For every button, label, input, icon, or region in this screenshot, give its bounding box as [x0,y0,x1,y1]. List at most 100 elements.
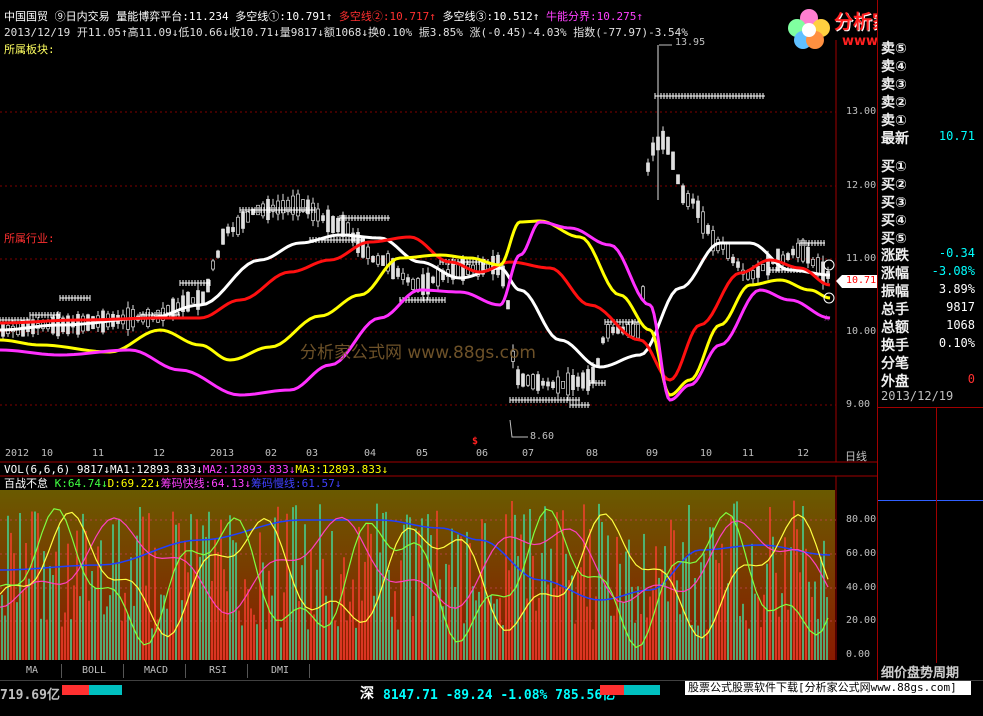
quote-label: 卖① [881,113,907,129]
signal-marker: $ [472,436,478,447]
x-tick: 12 [797,448,810,459]
x-tick: 12 [153,448,166,459]
promo-link[interactable]: 股票公式股票软件下载[分析家公式网www.88gs.com] [685,681,971,695]
tab-rsi[interactable]: RSI [189,664,248,678]
indicator-header: 百战不怠 K:64.74↓D:69.22↓筹码快线:64.13↓筹码慢线:61.… [4,477,341,490]
ind-y-tick: 20.00 [846,615,877,626]
ma-line-yellow [0,219,831,397]
quote-row: 卖④ [881,56,981,75]
quote-value: 1068 [946,318,975,332]
ind-item-0: 百战不怠 [4,477,55,490]
quote-label: 买④ [881,213,907,229]
sz-label: 深 [360,686,374,702]
quote-row: 总手 9817 [881,299,981,318]
quote-label: 卖② [881,95,907,111]
x-tick: 04 [364,448,377,459]
quote-label: 总额 [881,320,909,336]
quote-row: 涨幅 -3.08% [881,263,981,282]
quote-row: 买⑤ [881,228,981,247]
ind-y-tick: 80.00 [846,514,877,525]
y-tick: 13.00 [846,106,877,117]
quote-row: 最新 10.71 [881,128,981,147]
x-tick: 11 [742,448,755,459]
ind-y-tick: 40.00 [846,582,877,593]
tab-ma[interactable]: MA [3,664,62,678]
period-label[interactable]: 日线 [845,448,867,464]
y-tick: 9.00 [846,399,871,410]
vol-header: VOL(6,6,6) 9817↓MA1:12893.833↓MA2:12893.… [4,463,388,476]
ind-y-tick: 0.00 [846,649,871,660]
quote-value: 0.10% [938,336,975,350]
tab-boll[interactable]: BOLL [65,664,124,678]
vol-item-1: MA1:12893.833↓ [109,463,203,476]
quote-label: 总手 [881,302,909,318]
line1-end-marker [823,259,835,271]
vol-item-2: MA2:12893.833↓ [202,463,296,476]
quote-row: 买③ [881,192,981,211]
quote-row: 涨跌 -0.34 [881,245,981,264]
ma-line-magenta [0,220,831,402]
x-tick: 2012 [5,448,30,459]
panel-bottom-label[interactable]: 细价盘势周期 [881,662,959,681]
quote-label: 买① [881,159,907,175]
quote-label: 分笔 [881,356,909,372]
watermark: 分析家公式网 www.88gs.com [300,343,536,363]
ind-item-4: 筹码慢线:61.57↓ [250,477,342,490]
tab-dmi[interactable]: DMI [251,664,310,678]
quote-row: 买② [881,174,981,193]
vol-item-3: MA3:12893.833↓ [295,463,389,476]
current-price-label: 10.71 [846,275,877,286]
x-tick: 05 [416,448,429,459]
quote-label: 卖④ [881,59,907,75]
quote-label: 涨幅 [881,266,909,282]
high-price-label: 13.95 [675,37,706,48]
tab-macd[interactable]: MACD [127,664,186,678]
quote-value: 0 [967,372,975,386]
y-tick: 12.00 [846,180,877,191]
ind-y-tick: 60.00 [846,548,877,559]
quote-row: 买④ [881,210,981,229]
quote-label: 买③ [881,195,907,211]
x-tick: 07 [522,448,535,459]
x-tick: 10 [41,448,54,459]
quote-row: 总额 1068 [881,317,981,336]
quote-row: 卖② [881,92,981,111]
quote-label: 卖⑤ [881,41,907,57]
x-tick: 03 [306,448,319,459]
vol-item-0: VOL(6,6,6) 9817↓ [4,463,110,476]
quote-row: 买① [881,156,981,175]
star-marker: ☆ [823,310,830,324]
x-tick: 10 [700,448,713,459]
quote-row: 分笔 [881,353,981,372]
x-tick: 02 [265,448,278,459]
y-tick: 11.00 [846,253,877,264]
x-tick: 08 [586,448,599,459]
x-tick: 11 [92,448,105,459]
quote-label: 涨跌 [881,248,909,264]
quote-label: 换手 [881,338,909,354]
quote-label: 最新 [881,131,909,147]
quote-label: 卖③ [881,77,907,93]
quote-row: 卖⑤ [881,38,981,57]
quote-value: 10.71 [938,129,975,143]
sh-breadth-bar [62,685,122,695]
quote-value: -0.34 [938,246,975,260]
quote-value: 3.89% [938,282,975,296]
sz-breadth-bar [600,685,660,695]
panel-date: 2013/12/19 [881,389,954,403]
sh-amount: 719.69亿 [0,688,60,703]
quote-row: 卖① [881,110,981,129]
quote-label: 外盘 [881,374,909,390]
quote-label: 买② [881,177,907,193]
quote-value: 9817 [946,300,975,314]
ind-item-2: D:69.22↓ [107,477,161,490]
low-price-label: 8.60 [530,431,555,442]
quote-row: 振幅 3.89% [881,281,981,300]
y-tick: 10.00 [846,326,877,337]
x-tick: 2013 [210,448,235,459]
quote-value: -3.08% [931,264,975,278]
ind-item-3: 筹码快线:64.13↓ [160,477,251,490]
status-bar: 719.69亿 深 8147.71 -89.24 -1.08% 785.56亿 … [0,680,983,716]
quote-label: 振幅 [881,284,909,300]
quote-row: 卖③ [881,74,981,93]
